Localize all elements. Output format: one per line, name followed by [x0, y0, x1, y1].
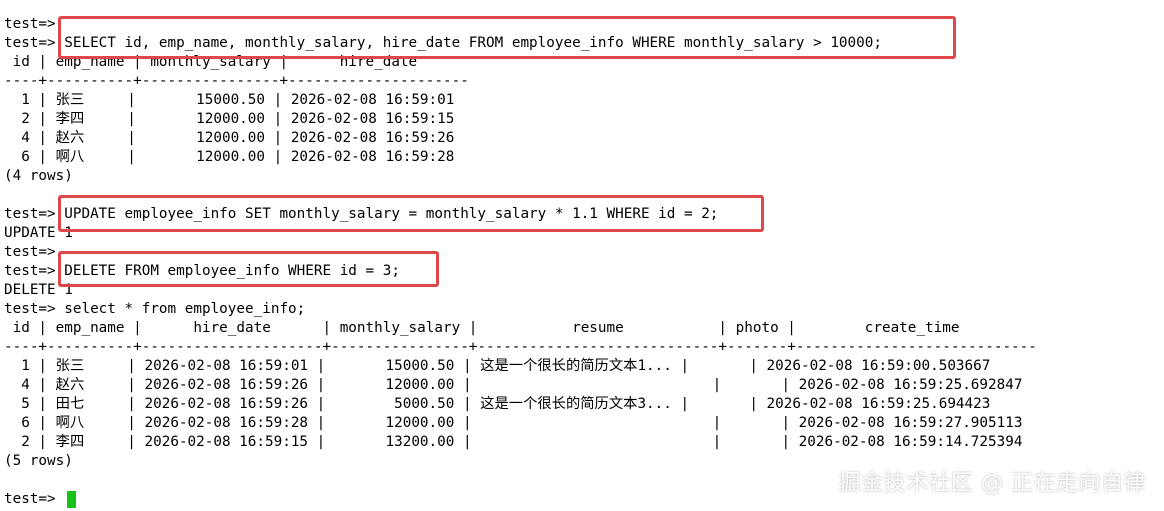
table-row: 2 | 李四 | 2026-02-08 16:59:15 | 13200.00 … [4, 434, 1023, 450]
row-count: (4 rows) [4, 168, 73, 184]
text-cursor [67, 491, 76, 508]
terminal-window[interactable]: test=> test=> SELECT id, emp_name, month… [0, 0, 1164, 511]
table-row: 5 | 田七 | 2026-02-08 16:59:26 | 5000.50 |… [4, 396, 991, 412]
prompt-line: test=> [4, 244, 56, 260]
table-row: 2 | 李四 | 12000.00 | 2026-02-08 16:59:15 [4, 111, 455, 127]
row-count: (5 rows) [4, 453, 73, 469]
watermark: 掘金技术社区 @ 正在走向自律 [838, 471, 1146, 496]
delete-highlight-box [58, 251, 439, 287]
table-row: 6 | 啊八 | 12000.00 | 2026-02-08 16:59:28 [4, 149, 455, 165]
table-row: 1 | 张三 | 2026-02-08 16:59:01 | 15000.50 … [4, 358, 991, 374]
select-all-command-line: test=> select * from employee_info; [4, 301, 306, 317]
table-separator: ----+----------+---------------------+--… [4, 339, 1037, 355]
table-header: id | emp_name | hire_date | monthly_sala… [4, 320, 960, 336]
active-prompt-line[interactable]: test=> [4, 490, 64, 509]
prompt-line: test=> [4, 16, 56, 32]
table-row: 4 | 赵六 | 12000.00 | 2026-02-08 16:59:26 [4, 130, 455, 146]
select-highlight-box [58, 16, 956, 59]
update-highlight-box [58, 195, 764, 232]
table-row: 1 | 张三 | 15000.50 | 2026-02-08 16:59:01 [4, 92, 455, 108]
table-row: 6 | 啊八 | 2026-02-08 16:59:28 | 12000.00 … [4, 415, 1023, 431]
table-row: 4 | 赵六 | 2026-02-08 16:59:26 | 12000.00 … [4, 377, 1023, 393]
table-separator: ----+----------+----------------+-------… [4, 73, 469, 89]
